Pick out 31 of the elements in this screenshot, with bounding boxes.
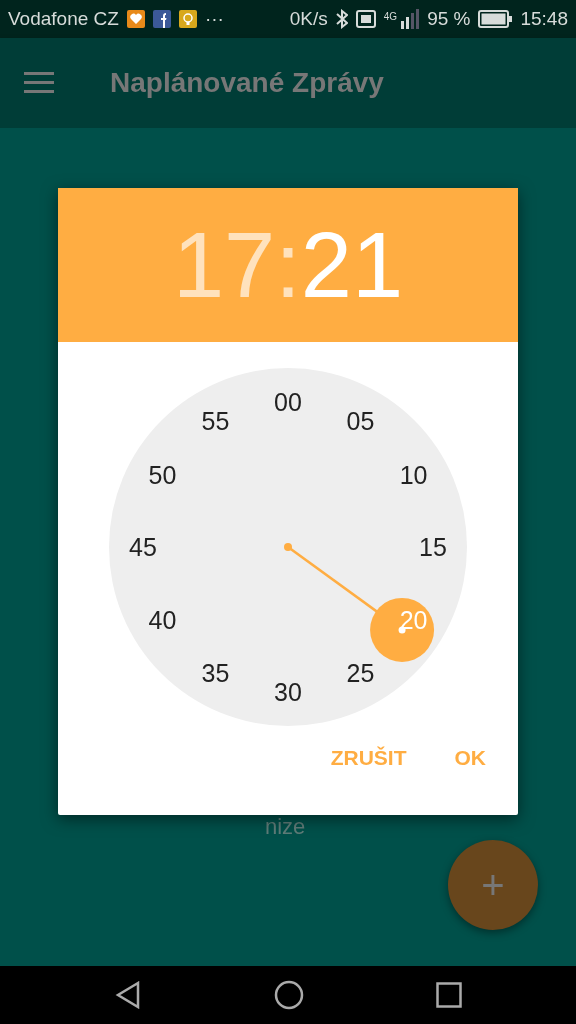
heart-app-icon	[126, 10, 145, 28]
bluetooth-icon	[335, 9, 348, 29]
dial-number[interactable]: 35	[201, 658, 230, 687]
facebook-icon	[152, 10, 171, 28]
time-separator: :	[275, 219, 301, 311]
dial-number[interactable]: 15	[419, 533, 447, 561]
dial-number[interactable]: 05	[346, 407, 375, 436]
carrier-name: Vodafone CZ	[8, 6, 119, 31]
more-notifications: ···	[204, 6, 224, 31]
dial-number[interactable]: 10	[399, 460, 428, 489]
menu-icon[interactable]	[24, 72, 54, 94]
dial-number[interactable]: 40	[148, 605, 177, 634]
dial-number[interactable]: 50	[148, 460, 177, 489]
data-speed: 0K/s	[289, 6, 328, 31]
dial-number[interactable]: 00	[274, 388, 302, 416]
clock-time: 15:48	[520, 6, 568, 31]
lightbulb-icon	[178, 10, 197, 28]
battery-icon	[478, 10, 513, 28]
nfc-icon	[355, 10, 376, 28]
app-title: Naplánované Zprávy	[110, 66, 384, 100]
signal-icon	[401, 9, 420, 29]
battery-level: 95 %	[427, 6, 471, 31]
dial-number[interactable]: 25	[346, 658, 375, 687]
dial-number[interactable]: 55	[201, 407, 230, 436]
list-text: nize	[265, 816, 306, 838]
dial-number[interactable]: 30	[274, 678, 302, 706]
back-icon[interactable]	[114, 981, 142, 1009]
dial-number[interactable]: 45	[129, 533, 157, 561]
recents-icon[interactable]	[436, 982, 462, 1008]
network-type: 4G	[383, 10, 398, 24]
home-icon[interactable]	[274, 980, 304, 1010]
